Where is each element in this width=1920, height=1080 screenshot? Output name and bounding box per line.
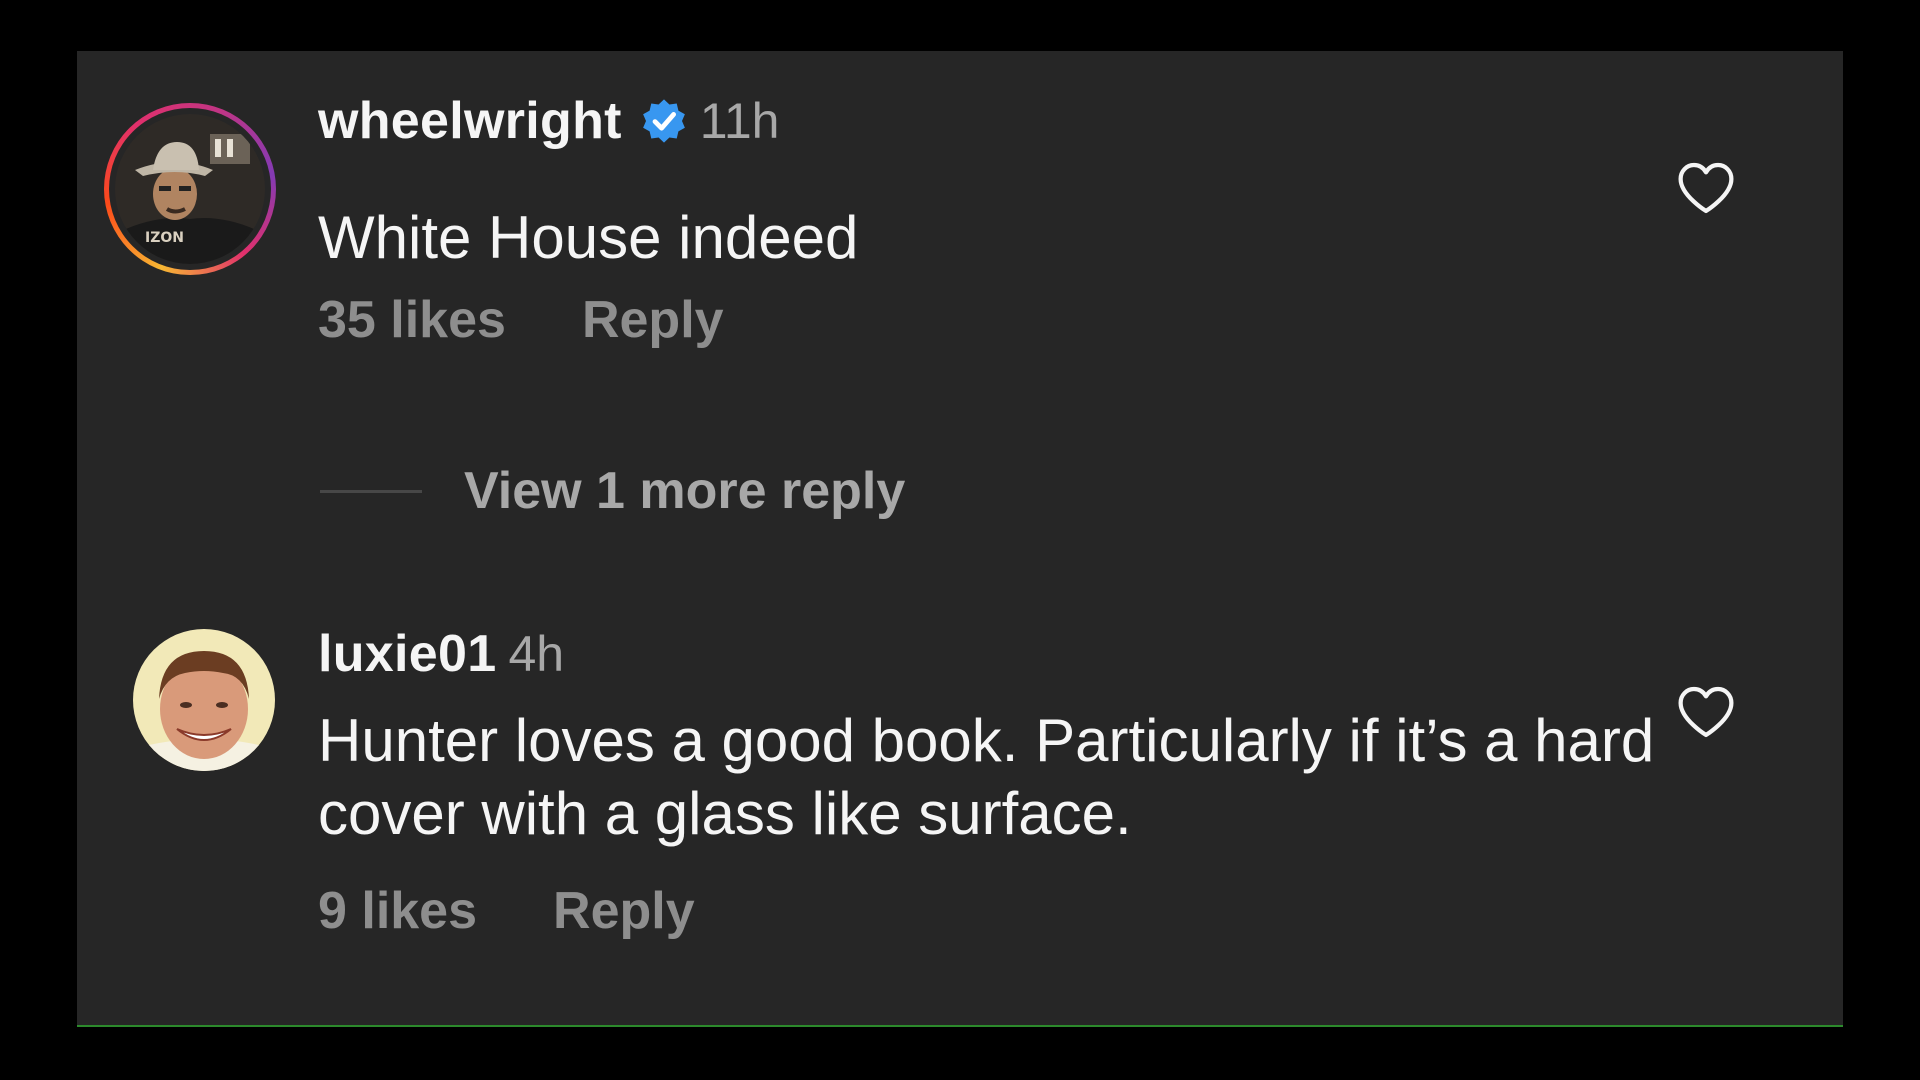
heart-outline-icon[interactable] bbox=[1677, 161, 1735, 215]
svg-text:IZON: IZON bbox=[145, 230, 184, 246]
avatar[interactable] bbox=[133, 629, 275, 771]
username[interactable]: luxie01 bbox=[318, 624, 496, 684]
timestamp: 11h bbox=[699, 93, 780, 149]
reply-button[interactable]: Reply bbox=[553, 881, 695, 941]
avatar[interactable]: IZON bbox=[115, 114, 265, 264]
reply-thread-line bbox=[320, 489, 422, 493]
comments-panel: IZON wheelwright 11h White House indeed … bbox=[77, 51, 1843, 1027]
username[interactable]: wheelwright bbox=[318, 91, 622, 151]
timestamp: 4h bbox=[508, 626, 565, 682]
view-more-replies-button[interactable]: View 1 more reply bbox=[320, 461, 905, 521]
comment-text: White House indeed bbox=[318, 204, 859, 271]
likes-count[interactable]: 35 likes bbox=[318, 290, 506, 350]
likes-count[interactable]: 9 likes bbox=[318, 881, 477, 941]
avatar-man-cowboy-hat-image: IZON bbox=[115, 114, 265, 264]
comment-header: luxie01 4h bbox=[318, 624, 564, 684]
avatar-story-ring[interactable]: IZON bbox=[104, 103, 276, 275]
comment-header: wheelwright 11h bbox=[318, 91, 780, 151]
comment-text: Hunter loves a good book. Particularly i… bbox=[318, 707, 1655, 847]
verified-badge-icon bbox=[642, 99, 685, 143]
view-more-replies-label: View 1 more reply bbox=[464, 462, 906, 520]
comment-meta: 35 likes Reply bbox=[318, 290, 724, 350]
comment-meta: 9 likes Reply bbox=[318, 881, 695, 941]
avatar-smiling-man-image bbox=[133, 629, 275, 771]
reply-button[interactable]: Reply bbox=[582, 290, 724, 350]
heart-outline-icon[interactable] bbox=[1677, 685, 1735, 739]
